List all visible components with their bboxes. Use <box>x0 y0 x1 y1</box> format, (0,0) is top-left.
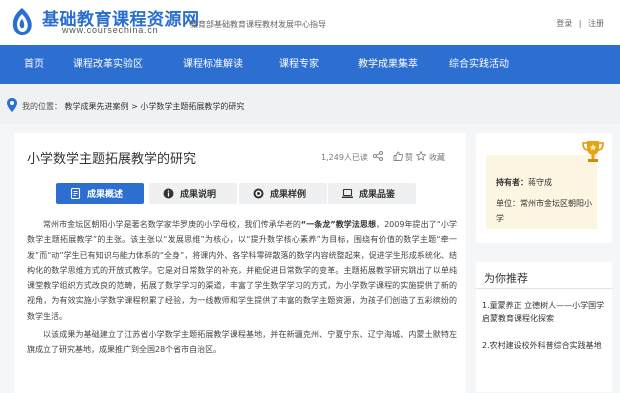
location-pin-icon <box>7 98 17 112</box>
article-title: 小学数学主题拓展教学的研究 <box>27 152 197 167</box>
nav-practice[interactable]: 综合实践活动 <box>449 45 509 84</box>
tab-description[interactable]: 成果说明 <box>149 183 237 204</box>
star-icon[interactable] <box>416 151 426 161</box>
logo-icon[interactable] <box>8 6 36 38</box>
auth-links: 登录 | 注册 <box>554 18 606 29</box>
tab-overview[interactable]: 成果概述 <box>56 183 144 204</box>
holder-name: 蒋守成 <box>528 178 552 187</box>
paragraph: 常州市金坛区朝阳小学是著名数学家华罗庚的小学母校，我们传承华老的“一条龙”教学法… <box>27 217 457 324</box>
article-body: 常州市金坛区朝阳小学是著名数学家华罗庚的小学母校，我们传承华老的“一条龙”教学法… <box>27 217 457 361</box>
trophy-icon <box>582 141 604 162</box>
holder-label: 持有者： <box>496 178 528 187</box>
site-url: www.coursechina.cn <box>62 25 159 35</box>
read-count: 1,249人已读 <box>321 153 368 162</box>
site-slogan: 教育部基础教育课程教材发展中心指导 <box>190 20 326 29</box>
share-icon[interactable] <box>373 151 383 161</box>
nav-reform-zones[interactable]: 课程改革实验区 <box>73 45 143 84</box>
info-icon <box>163 188 174 199</box>
laptop-icon <box>342 188 353 198</box>
recommend-item[interactable]: 1.童蒙养正 立德树人——小学国学启蒙教育课程化探索 <box>482 299 610 325</box>
login-link[interactable]: 登录 <box>556 19 572 28</box>
highlight-text: “一条龙”教学法思想 <box>300 220 377 229</box>
register-link[interactable]: 注册 <box>588 19 604 28</box>
recommend-item[interactable]: 2.农村建设校外科普综合实践基地 <box>482 339 610 352</box>
unit-row: 单位：常州市金坛区朝阳小学 <box>496 196 596 226</box>
breadcrumb: 我的位置： 教学成果先进案例 > 小学数学主题拓展教学的研究 <box>22 101 244 112</box>
paragraph: 以该成果为基础建立了江苏省小学数学主题拓展教学课程基地，并在新疆克州、宁夏宁东、… <box>27 330 457 355</box>
unit-label: 单位： <box>496 199 520 208</box>
tab-label: 成果样例 <box>270 190 307 200</box>
nav-achievements[interactable]: 教学成果集萃 <box>358 45 418 84</box>
auth-divider: | <box>578 19 582 28</box>
thumbs-up-icon[interactable] <box>393 151 403 161</box>
recommend-title: 为你推荐 <box>484 272 528 285</box>
tab-label: 成果说明 <box>180 190 217 200</box>
nav-home[interactable]: 首页 <box>24 45 44 84</box>
breadcrumb-path[interactable]: 教学成果先进案例 > 小学数学主题拓展教学的研究 <box>65 102 245 111</box>
tab-appraisal[interactable]: 成果品鉴 <box>328 183 416 204</box>
paragraph-text: ，2009年提出了“小学数学主题拓展教学”的主张。该主张以“发展思维”为核心，以… <box>27 220 457 321</box>
paragraph-text: 常州市金坛区朝阳小学是著名数学家华罗庚的小学母校，我们传承华老的 <box>43 220 301 229</box>
tab-samples[interactable]: 成果样例 <box>239 183 327 204</box>
nav-experts[interactable]: 课程专家 <box>279 45 319 84</box>
divider <box>476 288 612 289</box>
document-icon <box>70 188 81 199</box>
nav-standards[interactable]: 课程标准解读 <box>183 45 243 84</box>
collect-label[interactable]: 收藏 <box>429 152 445 163</box>
tab-label: 成果概述 <box>87 190 124 200</box>
holder-row: 持有者：蒋守成 <box>496 177 552 188</box>
target-icon <box>253 188 264 199</box>
main-nav: 首页 课程改革实验区 课程标准解读 课程专家 教学成果集萃 综合实践活动 <box>0 45 620 84</box>
tab-label: 成果品鉴 <box>359 190 396 200</box>
like-label[interactable]: 赞 <box>405 152 413 163</box>
breadcrumb-prefix: 我的位置： <box>22 102 62 111</box>
